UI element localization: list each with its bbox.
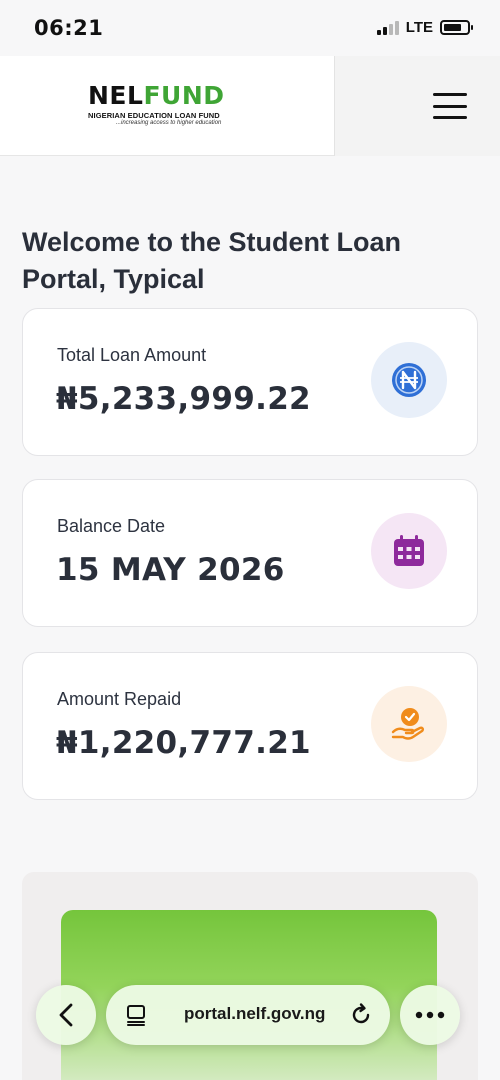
header-menu-area xyxy=(335,56,500,156)
status-time: 06:21 xyxy=(34,16,104,40)
balance-date-label: Balance Date xyxy=(57,516,166,536)
total-loan-label: Total Loan Amount xyxy=(57,345,207,365)
back-button[interactable] xyxy=(36,985,96,1045)
logo-text-fund: FUND xyxy=(143,81,225,110)
logo-tagline: ...increasing access to higher education xyxy=(116,120,222,126)
balance-date-card: Balance Date 15 MAY 2026 xyxy=(22,479,478,627)
calendar-icon xyxy=(371,513,447,589)
hamburger-icon[interactable] xyxy=(433,93,467,119)
chevron-left-icon xyxy=(59,1003,73,1027)
more-options-button[interactable] xyxy=(400,985,460,1045)
amount-repaid-value: ₦1,220,777.21 xyxy=(56,725,311,761)
total-loan-card: Total Loan Amount ₦5,233,999.22 xyxy=(22,308,478,456)
tab-overview-icon xyxy=(127,1005,145,1026)
total-loan-value: ₦5,233,999.22 xyxy=(56,381,311,417)
balance-date-value: 15 MAY 2026 xyxy=(56,552,285,588)
amount-repaid-label: Amount Repaid xyxy=(57,689,182,709)
naira-coin-icon xyxy=(371,342,447,418)
amount-repaid-card: Amount Repaid ₦1,220,777.21 xyxy=(22,652,478,800)
hand-coin-icon xyxy=(371,686,447,762)
url-text: portal.nelf.gov.ng xyxy=(184,1004,326,1023)
status-bar: 06:21 LTE xyxy=(0,0,500,56)
network-label: LTE xyxy=(405,19,433,36)
logo-subtitle: NIGERIAN EDUCATION LOAN FUND xyxy=(88,111,220,120)
signal-icon xyxy=(376,20,399,35)
welcome-heading: Welcome to the Student Loan Portal, Typi… xyxy=(22,227,402,294)
address-bar[interactable]: portal.nelf.gov.ng xyxy=(106,985,390,1045)
nelfund-logo[interactable]: NELFUND NIGERIAN EDUCATION LOAN FUND ...… xyxy=(88,81,248,127)
site-header: NELFUND NIGERIAN EDUCATION LOAN FUND ...… xyxy=(0,56,500,156)
status-indicators: LTE xyxy=(376,19,473,36)
reload-icon xyxy=(352,1003,370,1024)
promo-section xyxy=(22,872,478,1080)
logo-text-nel: NEL xyxy=(88,81,144,110)
ellipsis-icon xyxy=(415,1011,445,1019)
battery-icon xyxy=(440,20,473,35)
